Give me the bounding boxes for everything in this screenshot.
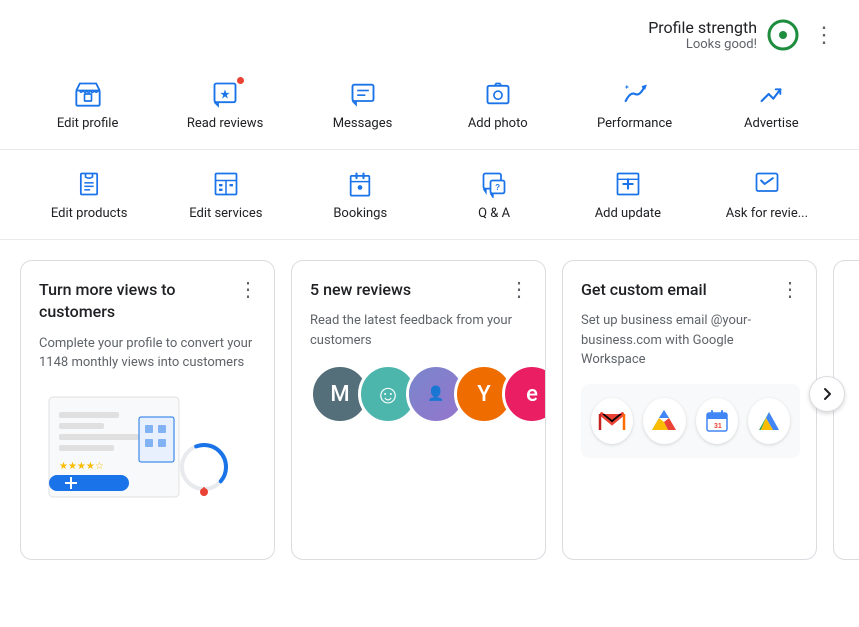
nav-row-1: Edit profile Read reviews Messages — [0, 60, 859, 150]
nav-label-ask-review: Ask for revie... — [726, 206, 808, 221]
card-email: Get custom email ⋮ Set up business email… — [562, 260, 817, 560]
svg-text:?: ? — [495, 183, 500, 192]
card-email-header: Get custom email ⋮ — [581, 279, 800, 301]
google-apps-illustration: 31 — [581, 384, 800, 458]
reviews-icon — [209, 78, 241, 110]
photo-icon — [482, 78, 514, 110]
card-views-header: Turn more views to customers ⋮ — [39, 279, 258, 324]
nav-label-edit-services: Edit services — [189, 206, 262, 221]
nav-item-advertise[interactable]: Advertise — [731, 70, 811, 139]
nav-label-bookings: Bookings — [333, 206, 387, 221]
products-icon — [73, 168, 105, 200]
profile-strength-icon — [767, 19, 799, 51]
nav-item-messages[interactable]: Messages — [323, 70, 403, 139]
nav-item-performance[interactable]: Performance — [593, 70, 676, 139]
bookings-icon — [344, 168, 376, 200]
nav-label-edit-products: Edit products — [51, 206, 128, 221]
qa-icon: ? — [478, 168, 510, 200]
card-reviews-more[interactable]: ⋮ — [509, 277, 529, 301]
card-email-desc: Set up business email @your-business.com… — [581, 311, 800, 370]
nav-row-2: Edit products Edit services — [0, 150, 859, 240]
store-icon — [72, 78, 104, 110]
svg-text:31: 31 — [714, 423, 722, 430]
next-arrow-button[interactable] — [809, 376, 845, 412]
card-views-more[interactable]: ⋮ — [238, 277, 258, 301]
calendar-icon: 31 — [696, 398, 738, 444]
nav-item-edit-products[interactable]: Edit products — [47, 160, 132, 229]
card-views: Turn more views to customers ⋮ Complete … — [20, 260, 275, 560]
profile-strength-section: Profile strength Looks good! — [648, 18, 757, 52]
card-email-title: Get custom email — [581, 279, 707, 301]
nav-label-advertise: Advertise — [744, 116, 799, 131]
nav-label-messages: Messages — [333, 116, 393, 131]
avatars-row: M ☺ 👤 Y e — [310, 364, 529, 444]
nav-label-read-reviews: Read reviews — [187, 116, 263, 131]
cards-area: Turn more views to customers ⋮ Complete … — [0, 240, 859, 560]
nav-item-bookings[interactable]: Bookings — [320, 160, 400, 229]
card-views-desc: Complete your profile to convert your 11… — [39, 334, 258, 373]
looks-good-label: Looks good! — [686, 37, 757, 52]
nav-item-read-reviews[interactable]: Read reviews — [183, 70, 267, 139]
performance-icon — [619, 78, 651, 110]
nav-label-performance: Performance — [597, 116, 672, 131]
addupdate-icon — [612, 168, 644, 200]
nav-item-add-update[interactable]: Add update — [588, 160, 668, 229]
gmail-icon — [591, 398, 633, 444]
nav-label-qa: Q & A — [478, 206, 510, 221]
avatar-4: e — [502, 364, 546, 424]
card-partial — [833, 260, 859, 560]
services-icon — [210, 168, 242, 200]
svg-text:★★★★☆: ★★★★☆ — [59, 461, 104, 472]
drive-icon — [643, 398, 685, 444]
nav-item-qa[interactable]: ? Q & A — [454, 160, 534, 229]
profile-strength-label: Profile strength — [648, 18, 757, 37]
reviews-badge — [236, 76, 245, 85]
header: Profile strength Looks good! ⋮ — [0, 0, 859, 60]
card-views-title: Turn more views to customers — [39, 279, 238, 324]
card-reviews-header: 5 new reviews ⋮ — [310, 279, 529, 301]
nav-label-add-photo: Add photo — [468, 116, 528, 131]
advertise-icon — [755, 78, 787, 110]
card-reviews: 5 new reviews ⋮ Read the latest feedback… — [291, 260, 546, 560]
nav-label-edit-profile: Edit profile — [57, 116, 119, 131]
card-views-illustration: ★★★★☆ — [39, 387, 258, 507]
nav-label-add-update: Add update — [595, 206, 661, 221]
header-more-button[interactable]: ⋮ — [809, 19, 839, 52]
card-reviews-desc: Read the latest feedback from your custo… — [310, 311, 529, 350]
message-icon — [347, 78, 379, 110]
askreview-icon — [751, 168, 783, 200]
workspace-icon — [748, 398, 790, 444]
nav-item-edit-services[interactable]: Edit services — [185, 160, 266, 229]
card-reviews-title: 5 new reviews — [310, 279, 411, 301]
nav-item-ask-review[interactable]: Ask for revie... — [722, 160, 812, 229]
nav-item-edit-profile[interactable]: Edit profile — [48, 70, 128, 139]
nav-item-add-photo[interactable]: Add photo — [458, 70, 538, 139]
card-email-more[interactable]: ⋮ — [780, 277, 800, 301]
